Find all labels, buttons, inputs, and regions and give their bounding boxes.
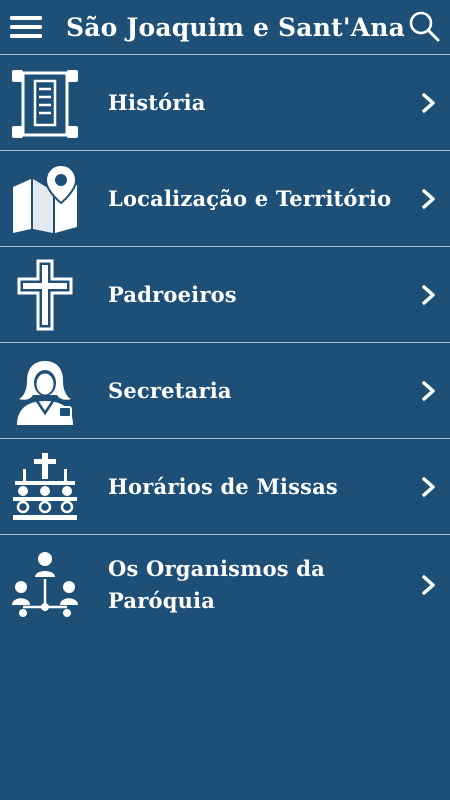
cross-icon — [9, 259, 81, 331]
chevron-right-icon — [422, 380, 435, 401]
chevron-right-icon — [422, 188, 435, 209]
menu-item-label: Horários de Missas — [108, 473, 338, 499]
chevron-right-icon — [422, 575, 435, 595]
menu-item-historia[interactable]: História — [0, 55, 450, 151]
menu-item-label: Localização e Território — [108, 185, 392, 211]
mass-congregation-icon — [9, 451, 81, 523]
app-bar: São Joaquim e Sant'Ana — [0, 0, 450, 55]
hamburger-menu-icon — [10, 16, 42, 38]
menu-item-label: Secretaria — [108, 377, 232, 403]
menu-item-organismos[interactable]: Os Organismos da Paróquia — [0, 535, 450, 635]
menu-item-padroeiros[interactable]: Padroeiros — [0, 247, 450, 343]
search-button[interactable] — [406, 8, 442, 44]
menu-item-secretaria[interactable]: Secretaria — [0, 343, 450, 439]
secretary-icon — [9, 355, 81, 427]
menu-item-horarios-missas[interactable]: Horários de Missas — [0, 439, 450, 535]
chevron-right-icon — [422, 92, 435, 113]
chevron-right-icon — [422, 476, 435, 497]
chevron-right-icon — [422, 284, 435, 305]
menu-button[interactable] — [0, 0, 52, 54]
map-pin-icon — [9, 163, 81, 235]
app-title: São Joaquim e Sant'Ana — [66, 12, 406, 42]
menu-item-label: Os Organismos da Paróquia — [108, 556, 325, 613]
menu-item-label: Padroeiros — [108, 281, 237, 307]
organization-icon — [9, 549, 81, 621]
menu-item-localizacao[interactable]: Localização e Território — [0, 151, 450, 247]
scroll-icon — [9, 67, 81, 139]
menu-item-label: História — [108, 89, 206, 115]
search-icon — [409, 11, 440, 42]
